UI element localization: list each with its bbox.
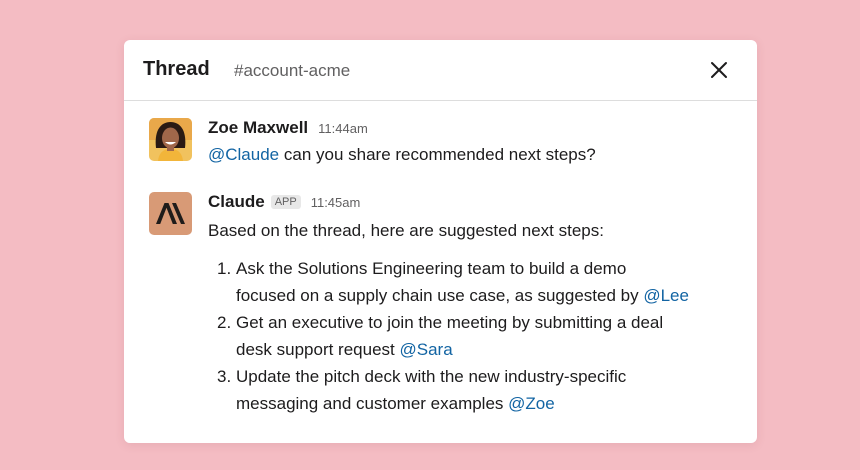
avatar-zoe-maxwell[interactable] — [149, 118, 192, 161]
list-item-line: Get an executive to join the meeting by … — [236, 313, 664, 332]
message-header-claude: Claude APP 11:45am — [208, 192, 360, 212]
thread-panel: Thread #account-acme Zoe Maxwell 11:44am… — [124, 40, 757, 443]
mention-claude[interactable]: @Claude — [208, 145, 279, 164]
claude-logo-icon — [156, 203, 185, 224]
app-badge: APP — [270, 195, 301, 209]
message-header-zoe: Zoe Maxwell 11:44am — [208, 118, 368, 138]
mention-lee[interactable]: @Lee — [643, 286, 689, 305]
message-author[interactable]: Claude — [208, 192, 265, 212]
list-item-number: 1. — [217, 259, 232, 278]
close-button[interactable] — [708, 59, 730, 81]
user-photo-icon — [149, 118, 192, 161]
list-item-text: Ask the Solutions Engineering team to bu… — [236, 255, 689, 309]
list-item: 1. Ask the Solutions Engineering team to… — [217, 255, 689, 309]
list-item-line: Update the pitch deck with the new indus… — [236, 367, 627, 386]
next-steps-list: 1. Ask the Solutions Engineering team to… — [217, 255, 689, 417]
list-item-number: 3. — [217, 367, 232, 386]
list-item-line: Ask the Solutions Engineering team to bu… — [236, 259, 627, 278]
list-item: 2. Get an executive to join the meeting … — [217, 309, 689, 363]
list-item: 3. Update the pitch deck with the new in… — [217, 363, 689, 417]
list-item-line: desk support request — [236, 340, 400, 359]
channel-name[interactable]: #account-acme — [234, 61, 350, 81]
close-icon — [711, 62, 727, 78]
thread-title: Thread — [143, 58, 210, 80]
list-item-number: 2. — [217, 313, 232, 332]
mention-sara[interactable]: @Sara — [399, 340, 452, 359]
message-intro-claude: Based on the thread, here are suggested … — [208, 221, 604, 240]
message-body-zoe: @Claude can you share recommended next s… — [208, 145, 596, 165]
message-timestamp[interactable]: 11:45am — [311, 195, 361, 210]
message-timestamp[interactable]: 11:44am — [318, 121, 368, 136]
message-author[interactable]: Zoe Maxwell — [208, 118, 308, 138]
list-item-line: messaging and customer examples — [236, 394, 509, 413]
avatar-claude[interactable] — [149, 192, 192, 235]
thread-header: Thread #account-acme — [124, 40, 757, 101]
list-item-text: Update the pitch deck with the new indus… — [236, 363, 626, 417]
message-text: can you share recommended next steps? — [279, 145, 596, 164]
mention-zoe[interactable]: @Zoe — [508, 394, 555, 413]
list-item-line: focused on a supply chain use case, as s… — [236, 286, 644, 305]
list-item-text: Get an executive to join the meeting by … — [236, 309, 663, 363]
